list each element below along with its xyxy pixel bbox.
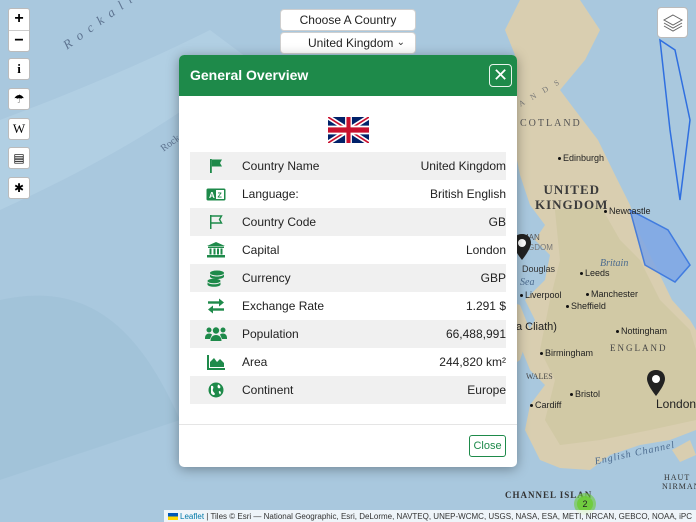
city-label: Leeds — [580, 268, 610, 278]
modal-header: General Overview ✕ — [179, 55, 517, 96]
coins-icon — [207, 270, 224, 287]
ukraine-flag-icon — [168, 513, 179, 521]
map-marker-icon[interactable] — [647, 370, 665, 396]
table-row: Currency GBP — [190, 264, 506, 292]
map-label-cliath: a Cliath) — [516, 321, 557, 333]
country-select-value: United Kingdom — [308, 36, 394, 50]
news-button[interactable]: ▤ — [8, 147, 30, 169]
row-value: GBP — [371, 264, 506, 292]
choose-country-button[interactable]: Choose A Country — [280, 9, 416, 31]
overview-table: Country Name United Kingdom AZ Language:… — [190, 152, 506, 404]
row-label: Continent — [242, 376, 372, 404]
flag-outline-icon — [210, 215, 223, 229]
row-label: Population — [242, 320, 372, 348]
map-label-sea: Sea — [520, 277, 535, 288]
attribution-text: | Tiles © Esri — National Geographic, Es… — [206, 512, 692, 521]
leaflet-link[interactable]: Leaflet — [180, 512, 204, 521]
modal-footer: Close — [179, 424, 517, 467]
row-label: Country Name — [242, 152, 372, 180]
svg-text:Z: Z — [218, 193, 223, 200]
table-row: Continent Europe — [190, 376, 506, 404]
country-select[interactable]: United Kingdom ⌄ — [280, 32, 416, 54]
row-label: Currency — [242, 264, 372, 292]
row-label: Capital — [242, 243, 280, 257]
newspaper-icon: ▤ — [13, 151, 25, 165]
zoom-control: + − — [8, 8, 30, 52]
map-label-haut: HAUT — [664, 473, 691, 482]
row-value: 244,820 km² — [439, 355, 506, 369]
people-icon — [205, 327, 227, 341]
flag-icon — [210, 159, 222, 173]
info-button[interactable]: i — [8, 58, 30, 80]
map-label-wales: WALES — [526, 372, 553, 381]
close-button[interactable]: Close — [469, 435, 506, 457]
exchange-icon — [208, 298, 224, 314]
svg-text:A: A — [209, 191, 215, 200]
table-row: Population 66,488,991 — [190, 320, 506, 348]
row-value: British English — [429, 187, 506, 201]
landmark-icon — [207, 242, 225, 258]
row-value: GB — [371, 208, 506, 236]
city-label: Manchester — [586, 289, 638, 299]
row-label: Country Code — [242, 208, 372, 236]
chevron-down-icon: ⌄ — [396, 37, 405, 48]
zoom-in-button[interactable]: + — [9, 9, 29, 30]
layers-icon — [662, 13, 683, 32]
table-row: Exchange Rate 1.291 $ — [190, 292, 506, 320]
virus-icon: ✱ — [13, 181, 25, 195]
city-label: Nottingham — [616, 326, 667, 336]
map-label-scotland: COTLAND — [520, 118, 582, 129]
general-overview-modal: General Overview ✕ Country Name United K… — [179, 55, 517, 467]
covid-button[interactable]: ✱ — [8, 177, 30, 199]
city-label: Birmingham — [540, 348, 593, 358]
layers-control[interactable] — [657, 7, 688, 38]
row-label: Exchange Rate — [242, 299, 325, 313]
city-label: Newcastle — [604, 206, 651, 216]
city-label: Sheffield — [566, 301, 606, 311]
table-row: Country Code GB — [190, 208, 506, 236]
row-value: 1.291 $ — [465, 299, 506, 313]
umbrella-icon: ☂ — [13, 92, 25, 106]
row-label: Area — [242, 355, 268, 369]
modal-title: General Overview — [190, 67, 309, 83]
city-label: Liverpool — [520, 290, 562, 300]
row-value: London — [465, 243, 506, 257]
map-label-country: UNITED KINGDOM — [535, 182, 609, 212]
weather-button[interactable]: ☂ — [8, 88, 30, 110]
zoom-out-button[interactable]: − — [9, 30, 29, 51]
globe-icon — [208, 382, 224, 398]
city-label: Edinburgh — [558, 153, 604, 163]
map-label-douglas: Douglas — [522, 264, 556, 274]
info-icon: i — [17, 61, 21, 76]
city-label: Cardiff — [530, 400, 561, 410]
row-value: Europe — [371, 376, 506, 404]
close-icon[interactable]: ✕ — [489, 64, 512, 87]
table-row: Capital London — [190, 236, 506, 264]
table-row: Area 244,820 km² — [190, 348, 506, 376]
wikipedia-icon: W — [12, 121, 26, 136]
table-row: Country Name United Kingdom — [190, 152, 506, 180]
row-value: United Kingdom — [371, 152, 506, 180]
city-label: Bristol — [570, 389, 600, 399]
row-value: 66,488,991 — [371, 320, 506, 348]
uk-flag-image — [327, 114, 370, 146]
map-label-england: ENGLAND — [610, 343, 668, 353]
row-label: Language: — [242, 187, 299, 201]
area-chart-icon — [207, 354, 225, 370]
map-label-nirman: NIRMAN — [662, 482, 696, 491]
table-row: AZ Language: British English — [190, 180, 506, 208]
language-icon: AZ — [206, 188, 226, 201]
wikipedia-button[interactable]: W — [8, 118, 30, 140]
map-attribution: Leaflet | Tiles © Esri — National Geogra… — [164, 510, 696, 522]
